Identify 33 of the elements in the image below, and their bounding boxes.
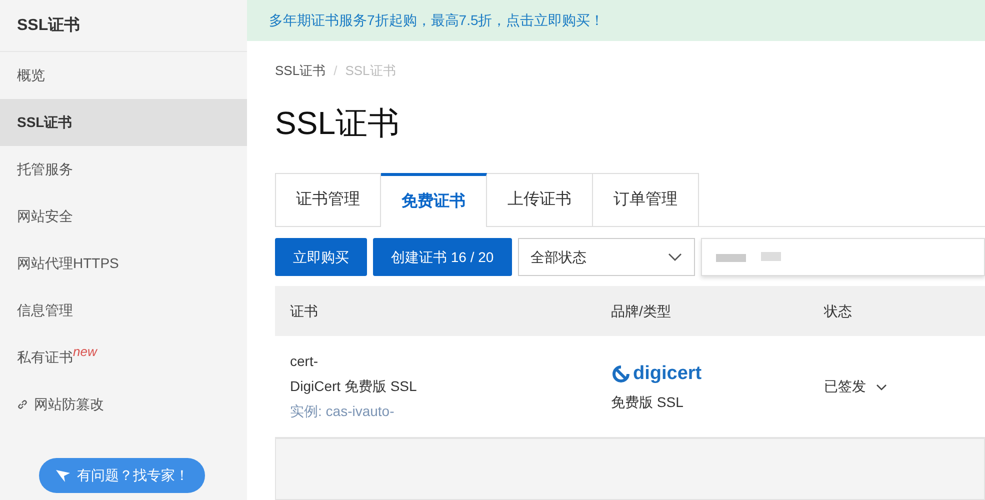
create-certificate-button[interactable]: 创建证书 16 / 20	[373, 238, 512, 276]
new-label: new	[73, 343, 97, 361]
breadcrumb-item: SSL证书	[345, 62, 396, 80]
search-field[interactable]	[700, 238, 985, 276]
sidebar-item[interactable]: 网站安全	[0, 193, 247, 240]
tab[interactable]: 订单管理	[593, 173, 699, 227]
sidebar-item[interactable]: 网站防篡改	[0, 381, 247, 428]
brand-logo: digicert	[611, 360, 824, 388]
tab[interactable]: 免费证书	[381, 173, 487, 227]
sidebar-item[interactable]: 概览	[0, 52, 247, 99]
promo-banner[interactable]: 多年期证书服务7折起购，最高7.5折，点击立即购买！	[247, 0, 985, 41]
certificate-type: 免费版 SSL	[611, 393, 684, 412]
chevron-down-icon	[668, 253, 682, 261]
sidebar-item[interactable]: 信息管理	[0, 287, 247, 334]
link-icon	[17, 399, 28, 410]
sidebar-item[interactable]: SSL证书	[0, 99, 247, 146]
page-title: SSL证书	[274, 104, 400, 143]
breadcrumb-separator: /	[334, 62, 338, 80]
certificate-name: DigiCert 免费版 SSL	[290, 377, 418, 396]
column-header: 品牌/类型	[611, 302, 672, 320]
tab[interactable]: 证书管理	[275, 173, 381, 227]
sidebar-item[interactable]: 私有证书new	[0, 334, 247, 381]
column-header: 证书	[289, 302, 319, 320]
tab[interactable]: 上传证书	[487, 173, 593, 227]
status-select[interactable]: 全部状态	[518, 238, 695, 276]
sidebar-item[interactable]: 网站代理HTTPS	[0, 240, 247, 287]
buy-button[interactable]: 立即购买	[275, 238, 367, 276]
certificate-id: cert-	[290, 352, 319, 371]
sidebar-item[interactable]: 托管服务	[0, 146, 247, 193]
chevron-down-icon	[876, 384, 887, 391]
breadcrumb-item[interactable]: SSL证书	[275, 61, 326, 81]
column-header: 状态	[824, 302, 853, 320]
status-dropdown[interactable]: 已签发	[824, 378, 887, 394]
